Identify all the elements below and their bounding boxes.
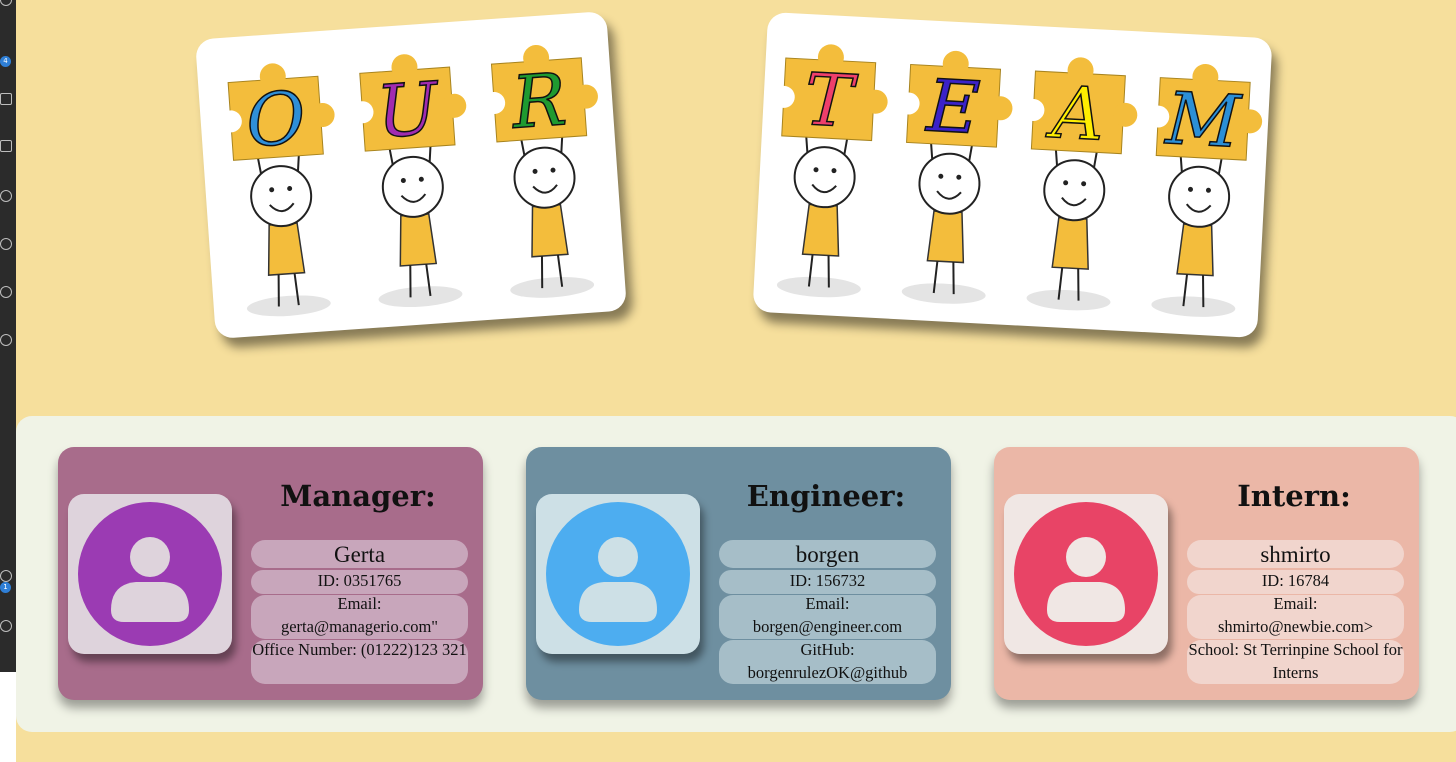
member-name: Gerta [333, 542, 386, 567]
banner-letter: E [923, 63, 982, 150]
office-number: Office Number: (01222)123 321 [252, 640, 467, 659]
user-avatar-icon [1014, 502, 1158, 646]
intern-avatar [1004, 494, 1168, 654]
engineer-card: Engineer: borgen ID: 156732 Email: borge… [526, 447, 951, 700]
member-id: ID: 156732 [789, 571, 866, 590]
banner-letter: M [1162, 76, 1244, 164]
extensions-icon[interactable] [0, 140, 12, 152]
files-icon[interactable] [0, 0, 12, 6]
remote-icon[interactable] [0, 238, 12, 250]
github-link[interactable]: GitHub: borgenrulezOK@github [709, 638, 946, 684]
accounts-badge: 1 [0, 582, 11, 593]
member-email[interactable]: borgen@engineer.com [709, 615, 946, 638]
member-info: borgen ID: 156732 Email: borgen@engineer… [709, 540, 946, 684]
role-title: Manager: [280, 479, 436, 513]
engineer-avatar [536, 494, 700, 654]
puzzle-figure: M [1147, 63, 1263, 317]
user-avatar-icon [546, 502, 690, 646]
puzzle-figure: A [1022, 57, 1138, 311]
intern-card: Intern: shmirto ID: 16784 Email: shmirto… [994, 447, 1419, 700]
manager-avatar [68, 494, 232, 654]
puzzle-figure: R [483, 44, 598, 298]
puzzle-figure: T [772, 44, 888, 298]
accounts-icon[interactable] [0, 570, 12, 582]
member-info: shmirto ID: 16784 Email: shmirto@newbie.… [1177, 540, 1414, 684]
manager-card: Manager: Gerta ID: 0351765 Email: gerta@… [58, 447, 483, 700]
user-avatar-icon [78, 502, 222, 646]
banner-letter: A [1044, 70, 1106, 157]
role-title: Intern: [1237, 479, 1351, 513]
chat-icon[interactable] [0, 286, 12, 298]
member-name: shmirto [1260, 542, 1331, 567]
school-name: School: St Terrinpine School for Interns [1188, 640, 1403, 682]
email-label: Email: [805, 594, 850, 613]
member-info: Gerta ID: 0351765 Email: gerta@managerio… [241, 540, 478, 661]
member-email[interactable]: shmirto@newbie.com> [1177, 615, 1414, 638]
puzzle-figure: U [351, 54, 467, 308]
team-banner-image: TEAM [752, 11, 1273, 339]
banner-letter: R [507, 57, 569, 145]
our-banner-image: OUR [195, 10, 627, 340]
email-label: Email: [337, 594, 382, 613]
page-margin [0, 672, 16, 762]
editor-activity-bar: 4 1 [0, 0, 16, 672]
member-email[interactable]: gerta@managerio.com" [241, 615, 478, 638]
settings-sync-icon[interactable] [0, 190, 12, 202]
member-name: borgen [795, 542, 860, 567]
puzzle-figure: O [219, 63, 335, 317]
member-id: ID: 0351765 [317, 571, 402, 590]
banner-letter: O [243, 75, 308, 163]
account-icon[interactable] [0, 334, 12, 346]
member-id: ID: 16784 [1261, 571, 1330, 590]
puzzle-figure: E [897, 50, 1013, 304]
role-title: Engineer: [746, 479, 906, 513]
banner-letter: U [374, 66, 443, 154]
run-icon[interactable] [0, 93, 12, 105]
notification-badge: 4 [0, 56, 11, 67]
email-label: Email: [1273, 594, 1318, 613]
gear-icon[interactable] [0, 620, 12, 632]
